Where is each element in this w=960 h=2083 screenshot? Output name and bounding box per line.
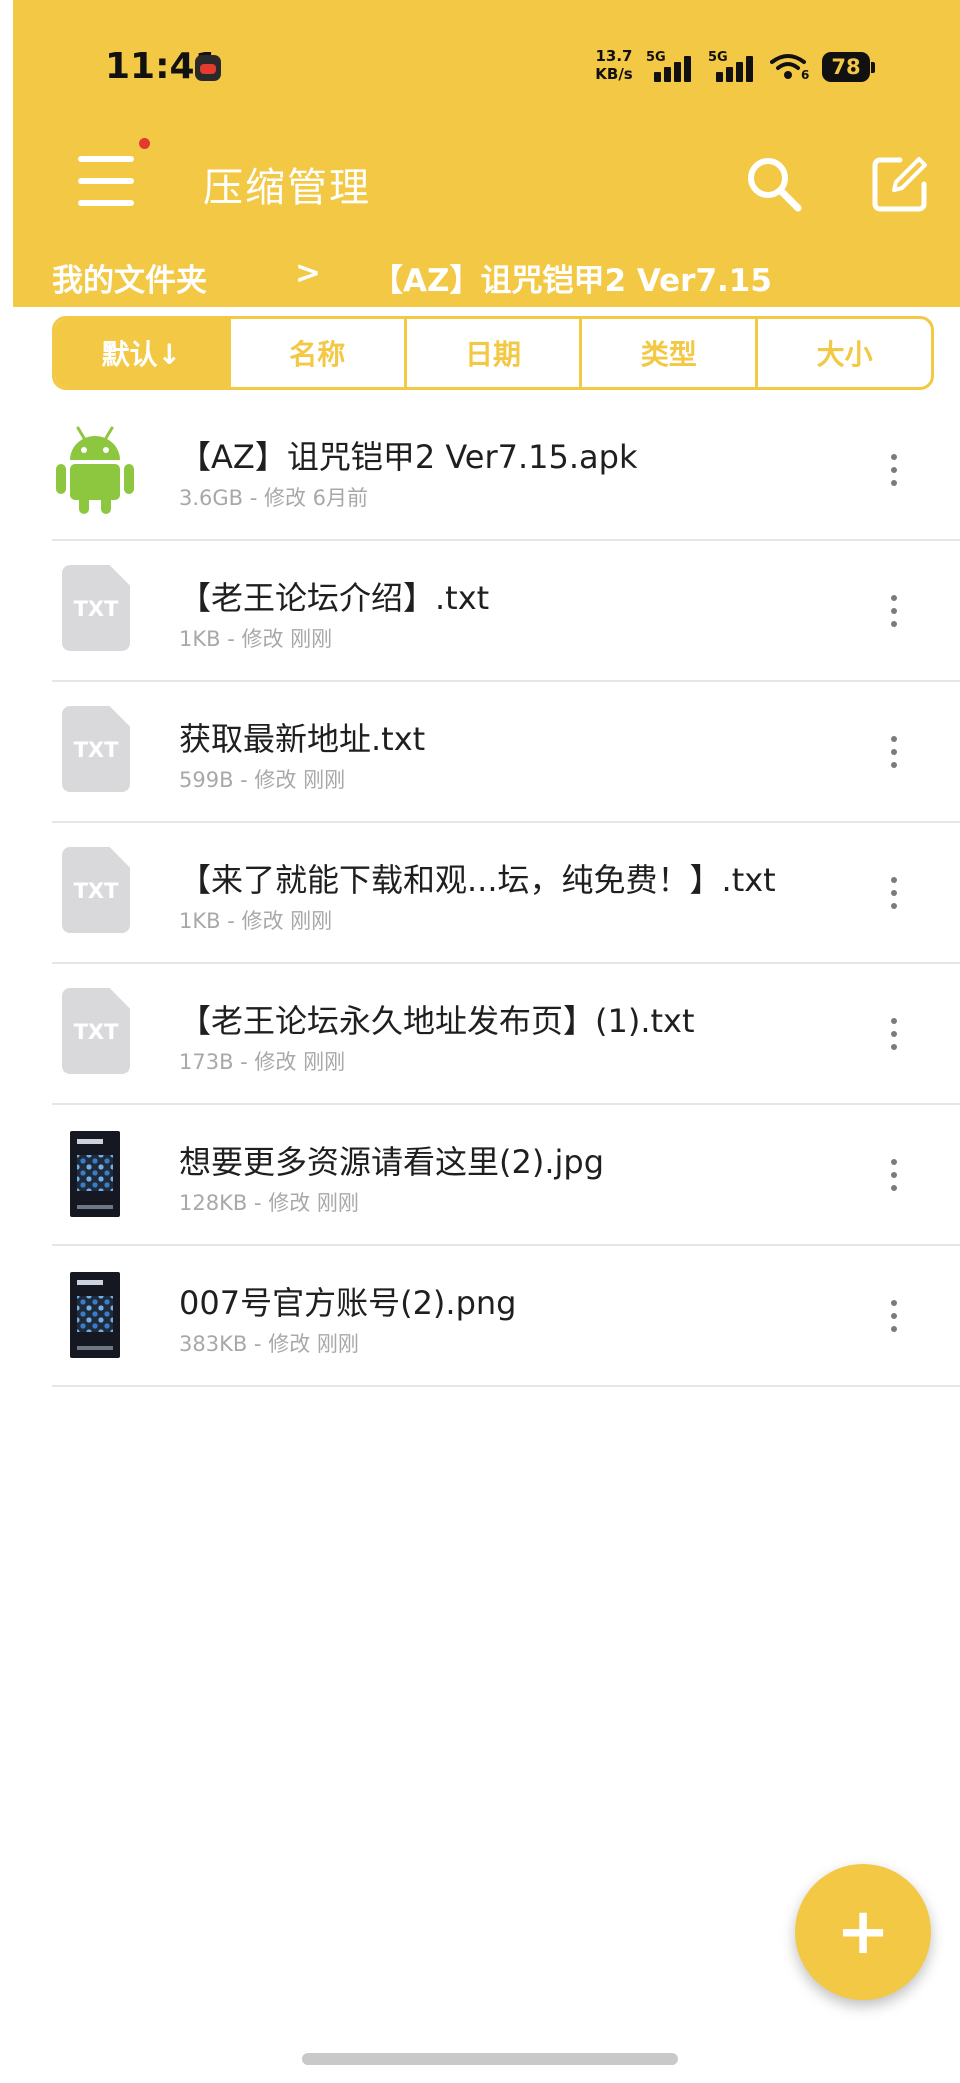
file-row[interactable]: 【老王论坛永久地址发布页】(1).txt 173B - 修改 刚刚 [52,964,960,1105]
file-meta: 1KB - 修改 刚刚 [179,909,333,933]
add-button[interactable]: + [795,1864,931,2000]
file-meta: 3.6GB - 修改 6月前 [179,486,369,510]
signal-bar [746,56,753,82]
sim1-signal-icon: 5G [646,50,700,84]
breadcrumb-root[interactable]: 我的文件夹 [52,255,207,300]
signal-bar [664,67,671,82]
file-meta: 1KB - 修改 刚刚 [179,627,333,651]
breadcrumb-separator: > [295,255,321,291]
sort-tab-date[interactable]: 日期 [403,319,580,387]
txt-file-icon [62,847,130,933]
file-name: 【老王论坛永久地址发布页】(1).txt [179,1002,695,1040]
more-options-icon[interactable] [876,450,912,490]
file-list: 【AZ】诅咒铠甲2 Ver7.15.apk 3.6GB - 修改 6月前 【老王… [52,400,960,1387]
sim1-network-type: 5G [646,50,666,65]
more-options-icon[interactable] [876,873,912,913]
file-name: 【AZ】诅咒铠甲2 Ver7.15.apk [179,438,638,476]
signal-bar [654,72,661,82]
txt-file-icon [62,988,130,1074]
file-row[interactable]: 【老王论坛介绍】.txt 1KB - 修改 刚刚 [52,541,960,682]
sort-tab-default[interactable]: 默认↓ [55,319,228,387]
signal-bar [726,67,733,82]
file-meta: 383KB - 修改 刚刚 [179,1332,359,1356]
file-row[interactable]: 想要更多资源请看这里(2).jpg 128KB - 修改 刚刚 [52,1105,960,1246]
more-options-icon[interactable] [876,591,912,631]
network-speed-unit: KB/s [595,65,633,83]
android-icon [56,424,134,514]
page-title: 压缩管理 [203,165,371,211]
more-options-icon[interactable] [876,732,912,772]
signal-bar [716,72,723,82]
home-indicator[interactable] [302,2053,678,2065]
sort-tab-name[interactable]: 名称 [227,319,404,387]
txt-file-icon [62,565,130,651]
sim2-signal-icon: 5G [708,50,762,84]
network-speed-value: 13.7 [595,47,633,65]
menu-line [78,178,134,184]
file-name: 获取最新地址.txt [179,720,426,758]
notification-dot [139,138,150,149]
battery-tip [871,62,875,73]
wifi-icon: 6 [770,52,810,84]
search-icon[interactable] [742,152,806,216]
txt-file-icon [62,706,130,792]
image-thumbnail [70,1131,120,1217]
file-row[interactable]: 【AZ】诅咒铠甲2 Ver7.15.apk 3.6GB - 修改 6月前 [52,400,960,541]
file-name: 【来了就能下载和观...坛，纯免费！】.txt [179,861,776,899]
more-options-icon[interactable] [876,1155,912,1195]
breadcrumb-current: 【AZ】诅咒铠甲2 Ver7.15 [372,263,772,299]
menu-line [78,156,134,162]
wifi-band-label: 6 [801,68,810,82]
file-name: 想要更多资源请看这里(2).jpg [179,1143,605,1181]
file-row[interactable]: 获取最新地址.txt 599B - 修改 刚刚 [52,682,960,823]
battery-icon: 78 [822,52,870,82]
file-meta: 173B - 修改 刚刚 [179,1050,346,1074]
file-name: 【老王论坛介绍】.txt [179,579,490,617]
sort-tab-type[interactable]: 类型 [579,319,755,387]
sort-tab-size[interactable]: 大小 [755,319,931,387]
notification-app-icon [195,55,221,81]
status-bar: 11:41 [13,0,960,140]
file-row[interactable]: 【来了就能下载和观...坛，纯免费！】.txt 1KB - 修改 刚刚 [52,823,960,964]
file-meta: 128KB - 修改 刚刚 [179,1191,359,1215]
breadcrumb: 我的文件夹 > 【AZ】诅咒铠甲2 Ver7.15 [52,255,932,301]
menu-icon[interactable] [78,152,136,210]
image-thumbnail [70,1272,120,1358]
signal-bar [674,62,681,82]
signal-bar [684,56,691,82]
more-options-icon[interactable] [876,1014,912,1054]
signal-bar [736,62,743,82]
file-meta: 599B - 修改 刚刚 [179,768,346,792]
file-name: 007号官方账号(2).png [179,1284,517,1322]
file-row[interactable]: 007号官方账号(2).png 383KB - 修改 刚刚 [52,1246,960,1387]
network-speed: 13.7 KB/s [588,47,640,83]
sort-tabs: 默认↓ 名称 日期 类型 大小 [52,316,934,390]
edit-icon[interactable] [870,154,930,214]
menu-line [78,200,134,206]
sim2-network-type: 5G [708,50,728,65]
more-options-icon[interactable] [876,1296,912,1336]
